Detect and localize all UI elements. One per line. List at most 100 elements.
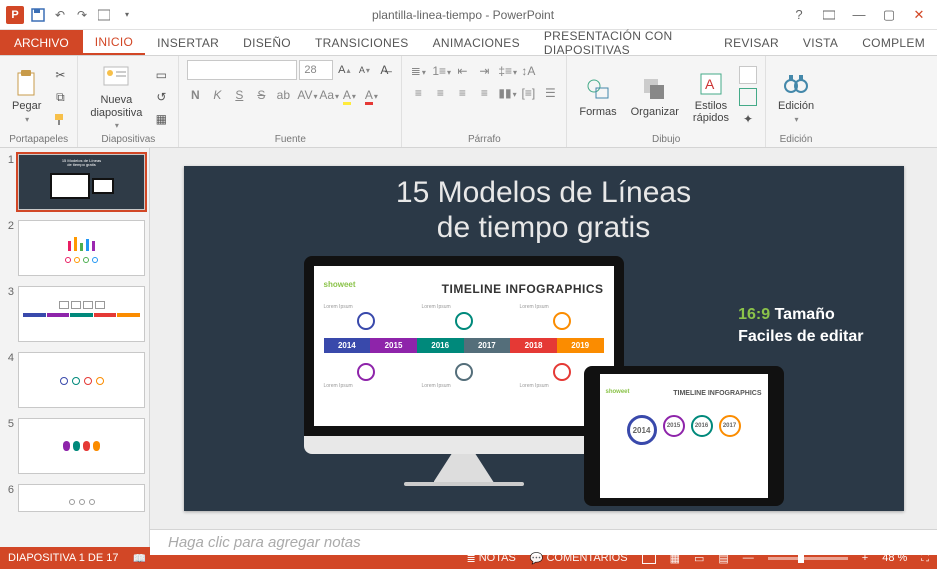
shape-effects-icon[interactable]: ✦ <box>739 110 757 128</box>
zoom-slider[interactable] <box>768 557 848 560</box>
case-button[interactable]: Aa▾ <box>319 88 335 102</box>
font-size-combo[interactable]: 28 <box>299 60 333 80</box>
bold-button[interactable]: N <box>187 88 203 102</box>
slide-thumbnail[interactable]: 15 Modelos de Líneasde tiempo gratis <box>18 154 145 210</box>
shape-fill-icon[interactable] <box>739 66 757 84</box>
ribbon-display-icon[interactable] <box>815 4 843 26</box>
smartart-icon[interactable]: ☰ <box>542 86 558 100</box>
tab-revisar[interactable]: REVISAR <box>712 30 791 55</box>
imac-mockup[interactable]: showeet TIMELINE INFOGRAPHICS Lorem Ipsu… <box>304 256 624 486</box>
line-spacing-icon[interactable]: ‡≡▾ <box>498 64 514 78</box>
font-color-button[interactable]: A▾ <box>363 88 379 102</box>
fit-to-window-icon[interactable]: ⛶ <box>921 552 929 565</box>
editing-button[interactable]: Edición ▾ <box>774 68 818 125</box>
slide-counter[interactable]: DIAPOSITIVA 1 DE 17 <box>8 552 118 564</box>
cut-icon[interactable]: ✂ <box>51 66 69 84</box>
align-text-icon[interactable]: [≡] <box>520 86 536 100</box>
tab-diseno[interactable]: DISEÑO <box>231 30 303 55</box>
arrange-button[interactable]: Organizar <box>627 74 683 120</box>
redo-icon[interactable]: ↷ <box>74 7 90 23</box>
start-from-beginning-icon[interactable] <box>96 7 112 23</box>
increase-indent-icon[interactable]: ⇥ <box>476 64 492 78</box>
qat-customize-icon[interactable]: ▾ <box>119 7 135 23</box>
strike-button[interactable]: S <box>253 88 269 102</box>
char-spacing-button[interactable]: AV▾ <box>297 88 313 102</box>
slide-thumbnail[interactable] <box>18 484 145 512</box>
slide-thumbnail[interactable] <box>18 286 145 342</box>
tab-vista[interactable]: VISTA <box>791 30 850 55</box>
quick-styles-button[interactable]: A Estilos rápidos <box>689 68 733 126</box>
slideshow-view-icon[interactable]: ▤ <box>718 552 728 565</box>
year-strip: 2014 2015 2016 2017 2018 2019 <box>324 338 604 353</box>
text-direction-icon[interactable]: ↕A <box>520 64 536 78</box>
align-center-icon[interactable]: ≡ <box>432 86 448 100</box>
ipad-mockup[interactable]: showeet TIMELINE INFOGRAPHICS 2014 2015 … <box>584 366 784 506</box>
paste-button[interactable]: Pegar ▾ <box>8 68 45 125</box>
tab-animaciones[interactable]: ANIMACIONES <box>421 30 532 55</box>
new-slide-button[interactable]: Nueva diapositiva ▾ <box>86 62 146 131</box>
slide[interactable]: 15 Modelos de Líneas de tiempo gratis sh… <box>184 166 904 511</box>
slide-side-text[interactable]: 16:9 Tamaño Faciles de editar <box>738 306 863 350</box>
format-painter-icon[interactable] <box>51 110 69 128</box>
clear-format-icon[interactable]: A̶ <box>375 61 393 79</box>
thumb-number: 6 <box>4 484 14 496</box>
shadow-button[interactable]: ab <box>275 88 291 102</box>
ribbon: Pegar ▾ ✂ ⧉ Portapapeles Nueva diapositi… <box>0 56 937 148</box>
tab-inicio[interactable]: INICIO <box>83 30 145 55</box>
font-highlight-button[interactable]: A▾ <box>341 88 357 102</box>
slide-thumbnail[interactable] <box>18 220 145 276</box>
zoom-out-button[interactable]: — <box>743 552 754 564</box>
spellcheck-icon[interactable]: 📖 <box>132 552 146 565</box>
slide-thumbnails-panel[interactable]: 1 15 Modelos de Líneasde tiempo gratis 2… <box>0 148 150 547</box>
reset-icon[interactable]: ↺ <box>152 88 170 106</box>
chevron-down-icon: ▾ <box>795 115 799 124</box>
zoom-in-button[interactable]: + <box>862 552 868 564</box>
undo-icon[interactable]: ↶ <box>52 7 68 23</box>
align-right-icon[interactable]: ≡ <box>454 86 470 100</box>
slide-area: 15 Modelos de Líneas de tiempo gratis sh… <box>150 148 937 547</box>
slide-canvas[interactable]: 15 Modelos de Líneas de tiempo gratis sh… <box>150 148 937 529</box>
layout-icon[interactable]: ▭ <box>152 66 170 84</box>
copy-icon[interactable]: ⧉ <box>51 88 69 106</box>
close-icon[interactable]: ✕ <box>905 4 933 26</box>
tab-file[interactable]: ARCHIVO <box>0 30 83 55</box>
tab-presentacion[interactable]: PRESENTACIÓN CON DIAPOSITIVAS <box>532 30 712 55</box>
sorter-view-icon[interactable]: ▦ <box>670 552 680 565</box>
numbering-icon[interactable]: 1≡▾ <box>432 64 448 78</box>
reading-view-icon[interactable]: ▭ <box>694 552 704 565</box>
slide-thumbnail[interactable] <box>18 352 145 408</box>
minimize-icon[interactable]: — <box>845 4 873 26</box>
slide-title[interactable]: 15 Modelos de Líneas de tiempo gratis <box>184 176 904 245</box>
grow-font-icon[interactable]: A▴ <box>335 61 353 79</box>
thumb-number: 4 <box>4 352 14 364</box>
comments-toggle[interactable]: 💬 COMENTARIOS <box>530 552 628 565</box>
tab-insertar[interactable]: INSERTAR <box>145 30 231 55</box>
underline-button[interactable]: S <box>231 88 247 102</box>
font-family-combo[interactable] <box>187 60 297 80</box>
italic-button[interactable]: K <box>209 88 225 102</box>
maximize-icon[interactable]: ▢ <box>875 4 903 26</box>
help-icon[interactable]: ? <box>785 4 813 26</box>
normal-view-icon[interactable] <box>642 552 656 564</box>
shrink-font-icon[interactable]: A▾ <box>355 61 373 79</box>
group-drawing: Formas Organizar A Estilos rápidos ✦ Dib… <box>567 56 766 147</box>
tab-complementos[interactable]: COMPLEM <box>850 30 937 55</box>
columns-icon[interactable]: ▮▮▾ <box>498 86 514 100</box>
infographic-title: TIMELINE INFOGRAPHICS <box>324 282 604 296</box>
save-icon[interactable] <box>30 7 46 23</box>
notes-toggle[interactable]: ≣ NOTAS <box>466 552 515 565</box>
brand-label: showeet <box>324 280 356 289</box>
shapes-button[interactable]: Formas <box>575 74 620 120</box>
group-clipboard: Pegar ▾ ✂ ⧉ Portapapeles <box>0 56 78 147</box>
ribbon-tabs: ARCHIVO INICIO INSERTAR DISEÑO TRANSICIO… <box>0 30 937 56</box>
decrease-indent-icon[interactable]: ⇤ <box>454 64 470 78</box>
tab-transiciones[interactable]: TRANSICIONES <box>303 30 421 55</box>
window-title: plantilla-linea-tiempo - PowerPoint <box>141 8 785 22</box>
bullets-icon[interactable]: ≣▾ <box>410 64 426 78</box>
shape-outline-icon[interactable] <box>739 88 757 106</box>
justify-icon[interactable]: ≡ <box>476 86 492 100</box>
align-left-icon[interactable]: ≡ <box>410 86 426 100</box>
slide-thumbnail[interactable] <box>18 418 145 474</box>
section-icon[interactable]: ▦ <box>152 110 170 128</box>
binoculars-icon <box>782 70 810 98</box>
